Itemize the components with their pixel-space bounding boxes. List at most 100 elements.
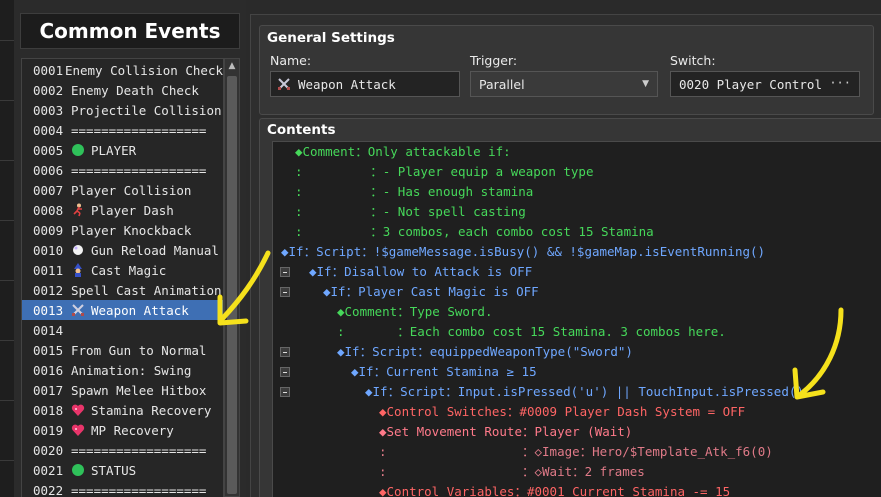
event-name: Player Dash xyxy=(91,202,174,218)
name-value: Weapon Attack xyxy=(298,76,396,92)
trigger-select[interactable]: Parallel ▼ xyxy=(470,71,658,97)
list-item[interactable]: 0015 From Gun to Normal xyxy=(22,340,223,360)
list-item[interactable]: 0008 Player Dash xyxy=(22,200,223,220)
white-circle-icon xyxy=(71,243,85,257)
command-line[interactable]: : ：- Not spell casting xyxy=(273,202,881,222)
command-text: : ：- Player equip a weapon type xyxy=(295,164,594,179)
event-name: Cast Magic xyxy=(91,262,167,278)
crossed-swords-icon xyxy=(71,303,85,317)
command-text: ◆Control Switches：#0009 Player Dash Syst… xyxy=(379,404,746,419)
command-text: ◆If：Script：!$gameMessage.isBusy() && !$g… xyxy=(281,244,766,259)
command-text: ◆Control Variables：#0001 Current Stamina… xyxy=(379,484,731,497)
list-item[interactable]: 0014 xyxy=(22,320,223,340)
event-id: 0006 xyxy=(33,162,64,178)
event-name: ================== xyxy=(71,482,207,497)
command-text: ◆If：Player Cast Magic is OFF xyxy=(323,284,539,299)
command-text: : ：- Has enough stamina xyxy=(295,184,534,199)
left-edge-strip xyxy=(0,0,14,497)
event-name: ================== xyxy=(71,442,207,458)
command-line[interactable]: ◆If：Disallow to Attack is OFF xyxy=(273,262,881,282)
general-settings-title: General Settings xyxy=(267,30,395,46)
list-item[interactable]: 0005 PLAYER xyxy=(22,140,223,160)
list-item[interactable]: 0007 Player Collision xyxy=(22,180,223,200)
list-item[interactable]: 0002 Enemy Death Check xyxy=(22,80,223,100)
green-circle-icon xyxy=(71,143,85,157)
event-name: Projectile Collision xyxy=(71,102,222,118)
name-label: Name: xyxy=(270,53,312,68)
green-circle-icon xyxy=(71,463,85,477)
command-line[interactable]: ◆Set Movement Route：Player (Wait) xyxy=(273,422,881,442)
event-name: Gun Reload Manual xyxy=(91,242,219,258)
event-name: ================== xyxy=(71,122,207,138)
event-id: 0019 xyxy=(33,422,64,438)
event-id: 0013 xyxy=(33,302,64,318)
event-name: Player Collision xyxy=(71,182,192,198)
command-text: ◆Set Movement Route：Player (Wait) xyxy=(379,424,633,439)
event-id: 0015 xyxy=(33,342,64,358)
command-text: : ：◇Wait：2 frames xyxy=(379,464,645,479)
list-item[interactable]: 0010 Gun Reload Manual xyxy=(22,240,223,260)
list-item[interactable]: 0020 ================== xyxy=(22,440,223,460)
list-item[interactable]: 0017 Spawn Melee Hitbox xyxy=(22,380,223,400)
event-id: 0021 xyxy=(33,462,64,478)
switch-browse-button[interactable]: ··· xyxy=(829,76,851,90)
command-text: ◆If：Script：equippedWeaponType("Sword") xyxy=(337,344,633,359)
annotation-arrow-right xyxy=(792,307,844,400)
list-item[interactable]: 0001 Enemy Collision Check xyxy=(22,60,223,80)
event-name: Spawn Melee Hitbox xyxy=(71,382,207,398)
list-item[interactable]: 0012 Spell Cast Animation xyxy=(22,280,223,300)
command-line[interactable]: ◆Comment：Only attackable if: xyxy=(273,142,881,162)
command-line[interactable]: : ：- Has enough stamina xyxy=(273,182,881,202)
running-figure-icon xyxy=(71,203,85,217)
command-text: : ：3 combos, each combo cost 15 Stamina xyxy=(295,224,654,239)
command-line[interactable]: : ：- Player equip a weapon type xyxy=(273,162,881,182)
command-line[interactable]: : ：◇Wait：2 frames xyxy=(273,462,881,482)
list-item[interactable]: 0011 Cast Magic xyxy=(22,260,223,280)
event-name: STATUS xyxy=(91,462,137,478)
scroll-up-icon[interactable]: ▲ xyxy=(227,61,237,71)
event-id: 0004 xyxy=(33,122,64,138)
heart-icon xyxy=(71,423,85,437)
trigger-value: Parallel xyxy=(479,76,525,92)
command-text: ◆If：Disallow to Attack is OFF xyxy=(309,264,533,279)
event-name: From Gun to Normal xyxy=(71,342,207,358)
mage-icon xyxy=(71,263,85,277)
command-line[interactable]: ◆If：Script：!$gameMessage.isBusy() && !$g… xyxy=(273,242,881,262)
command-line[interactable]: : ：◇Image：Hero/$Template_Atk_f6(0) xyxy=(273,442,881,462)
heart-icon xyxy=(71,403,85,417)
crossed-swords-icon xyxy=(277,77,291,91)
command-line[interactable]: ◆If：Player Cast Magic is OFF xyxy=(273,282,881,302)
event-id: 0007 xyxy=(33,182,64,198)
annotation-arrow-left xyxy=(217,250,271,326)
list-item[interactable]: 0018 Stamina Recovery xyxy=(22,400,223,420)
list-item[interactable]: 0022 ================== xyxy=(22,480,223,497)
collapse-toggle-icon[interactable] xyxy=(280,387,290,397)
list-item[interactable]: 0004 ================== xyxy=(22,120,223,140)
event-name: PLAYER xyxy=(91,142,137,158)
list-item[interactable]: 0013 Weapon Attack xyxy=(22,300,223,320)
switch-field[interactable]: 0020 Player Control ··· xyxy=(670,71,860,97)
command-line[interactable]: : ：3 combos, each combo cost 15 Stamina xyxy=(273,222,881,242)
collapse-toggle-icon[interactable] xyxy=(280,267,290,277)
list-item[interactable]: 0021 STATUS xyxy=(22,460,223,480)
event-id: 0005 xyxy=(33,142,64,158)
list-item[interactable]: 0006 ================== xyxy=(22,160,223,180)
collapse-toggle-icon[interactable] xyxy=(280,287,290,297)
trigger-label: Trigger: xyxy=(470,53,518,68)
name-field[interactable]: Weapon Attack xyxy=(270,71,460,97)
event-name: Weapon Attack xyxy=(91,302,189,318)
command-line[interactable]: ◆Control Variables：#0001 Current Stamina… xyxy=(273,482,881,497)
event-id: 0020 xyxy=(33,442,64,458)
collapse-toggle-icon[interactable] xyxy=(280,367,290,377)
event-id: 0011 xyxy=(33,262,64,278)
command-text: ◆Comment：Type Sword. xyxy=(337,304,493,319)
list-item[interactable]: 0003 Projectile Collision xyxy=(22,100,223,120)
collapse-toggle-icon[interactable] xyxy=(280,347,290,357)
event-name: Animation: Swing xyxy=(71,362,192,378)
list-item[interactable]: 0009 Player Knockback xyxy=(22,220,223,240)
common-event-list[interactable]: 0001 Enemy Collision Check 0002 Enemy Death… xyxy=(21,58,224,497)
event-name: Spell Cast Animation xyxy=(71,282,222,298)
list-item[interactable]: 0019 MP Recovery xyxy=(22,420,223,440)
list-item[interactable]: 0016 Animation: Swing xyxy=(22,360,223,380)
event-id: 0002 xyxy=(33,82,64,98)
